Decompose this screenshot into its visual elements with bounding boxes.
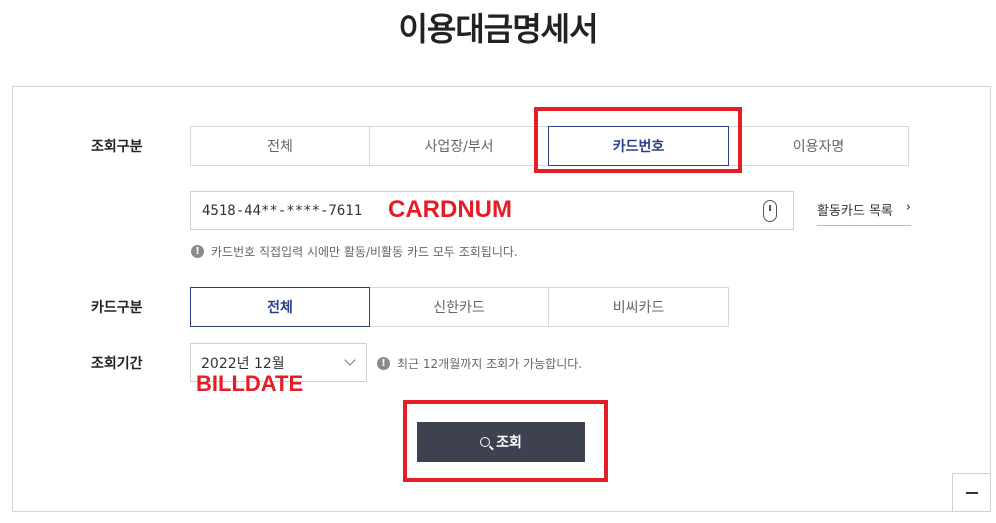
period-select-value: 2022년 12월	[201, 356, 285, 372]
page-title: 이용대금명세서	[398, 10, 598, 48]
keypad-icon[interactable]	[763, 200, 777, 222]
query-type-username-tab[interactable]: 이용자명	[728, 126, 909, 166]
card-type-segment: 전체 신한카드 비씨카드	[190, 287, 729, 327]
card-number-notice-text: 카드번호 직접입력 시에만 활동/비활동 카드 모두 조회됩니다.	[211, 245, 518, 259]
period-label: 조회기간	[91, 356, 143, 372]
info-icon: !	[191, 245, 204, 258]
annotation-box-search-button	[403, 400, 608, 482]
period-notice-text: 최근 12개월까지 조회가 가능합니다.	[397, 357, 583, 371]
query-type-all-tab[interactable]: 전체	[190, 126, 370, 166]
info-icon: !	[377, 357, 390, 370]
active-cards-link[interactable]: 활동카드 목록 ›	[817, 200, 911, 226]
card-number-notice: ! 카드번호 직접입력 시에만 활동/비활동 카드 모두 조회됩니다.	[191, 243, 518, 260]
chevron-down-icon	[344, 354, 356, 366]
collapse-button[interactable]	[952, 473, 991, 512]
card-type-bc-tab[interactable]: 비씨카드	[548, 287, 729, 327]
card-type-shinhan-tab[interactable]: 신한카드	[369, 287, 549, 327]
annotation-cardnum-label: CARDNUM	[388, 196, 512, 223]
card-type-label: 카드구분	[91, 300, 143, 316]
query-type-segment: 전체 사업장/부서 카드번호 이용자명	[190, 126, 909, 166]
minus-icon	[965, 491, 978, 494]
active-cards-link-label: 활동카드 목록	[817, 204, 893, 219]
query-type-cardnum-tab[interactable]: 카드번호	[548, 126, 729, 166]
card-type-all-tab[interactable]: 전체	[190, 287, 370, 327]
period-notice: ! 최근 12개월까지 조회가 가능합니다.	[377, 355, 582, 372]
annotation-billdate-label: BILLDATE	[196, 371, 304, 396]
chevron-right-icon: ›	[905, 200, 911, 215]
query-type-dept-tab[interactable]: 사업장/부서	[369, 126, 549, 166]
query-type-label: 조회구분	[91, 139, 143, 155]
